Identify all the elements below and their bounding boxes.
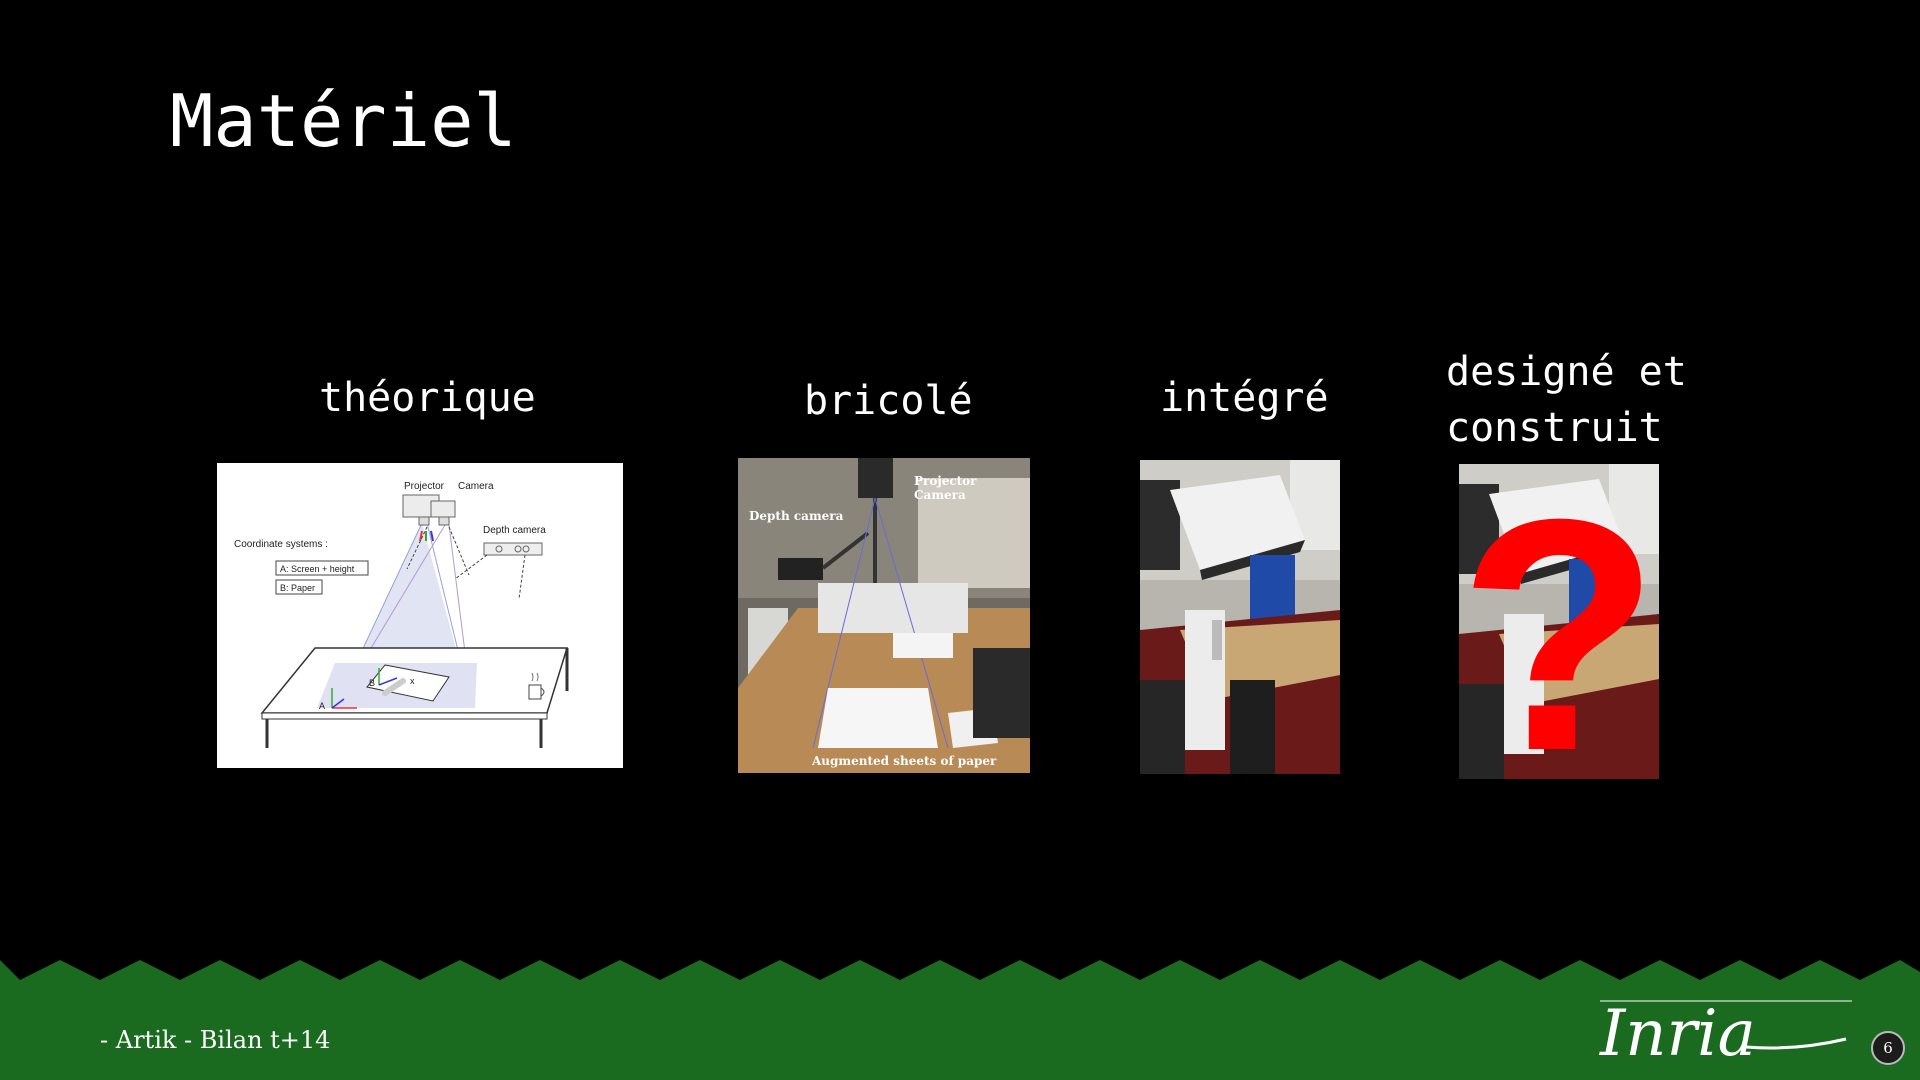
depth-camera-label: Depth camera [483,525,546,536]
question-mark-icon: ? [1459,464,1659,779]
axis-b-label: B [369,678,375,688]
mug-icon [528,684,542,700]
augmented-sheet [818,688,938,748]
camera-label: Camera [458,481,494,492]
axis-a-label: A [319,701,325,711]
depth-camera-icon [483,542,543,556]
label-theorique: théorique [319,375,536,421]
projector-icon [858,458,893,498]
label-integre: intégré [1160,375,1329,421]
label-designe-line2: construit [1446,405,1663,451]
projector-label: Projector [404,481,445,492]
coord-systems-title: Coordinate systems : [234,539,328,550]
coord-a-label: A: Screen + height [280,564,355,574]
footer-text: - Artik - Bilan t+14 [100,1026,331,1054]
inria-logo: Inria [1599,997,1852,1065]
label-bricole: bricolé [804,378,973,424]
coord-b-label: B: Paper [280,583,315,593]
depth-camera-icon [778,558,823,580]
designed-built-photo: ? [1459,464,1659,779]
axis-x-label: x [410,676,415,686]
camera-icon [430,500,456,518]
photo-projector-label: Projector [914,474,977,488]
photo-depth-camera-label: Depth camera [749,509,844,523]
photo-camera-label: Camera [914,488,966,502]
svg-text:Inria: Inria [1599,997,1756,1065]
label-designe-line1: designé et [1446,349,1687,395]
slide-title: Matériel [170,79,517,163]
photo-caption: Augmented sheets of paper [811,754,997,768]
integrated-setup-photo [1140,460,1340,774]
page-number: 6 [1871,1031,1905,1065]
diy-setup-photo: Projector Camera Depth camera Augmented … [738,458,1030,773]
theoretical-diagram: Projector Camera Depth camera Coordinate… [217,463,623,768]
